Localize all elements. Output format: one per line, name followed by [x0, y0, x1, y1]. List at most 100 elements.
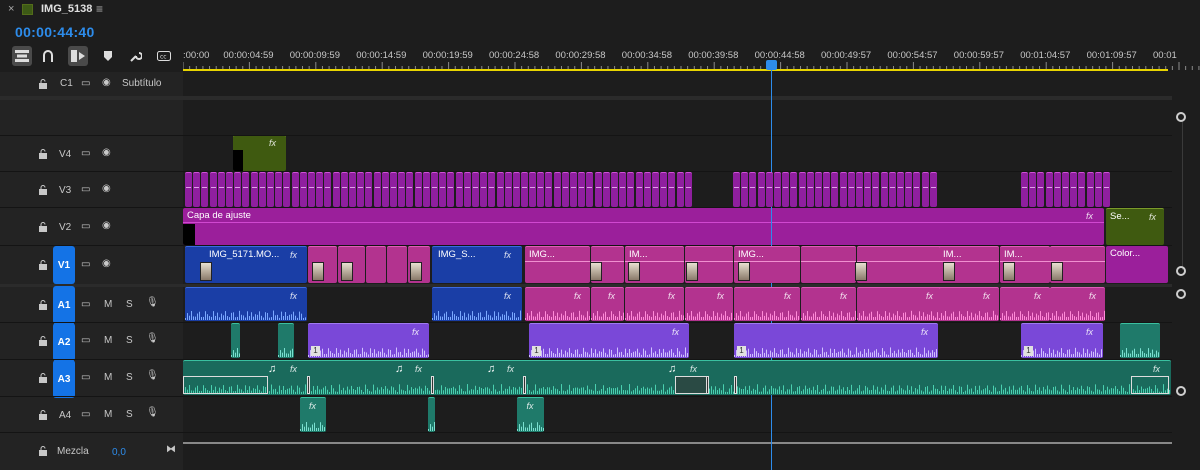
a4-clip[interactable]: fx	[517, 397, 544, 432]
v1-clip[interactable]	[801, 246, 856, 283]
v3-clip[interactable]	[798, 172, 806, 207]
v3-clip[interactable]	[1037, 172, 1045, 207]
lock-icon[interactable]	[38, 222, 48, 232]
v3-clip[interactable]	[635, 172, 643, 207]
v3-clip[interactable]	[529, 172, 536, 207]
v3-clip[interactable]	[676, 172, 684, 207]
v3-clip[interactable]	[1103, 172, 1110, 207]
v3-clip[interactable]	[234, 172, 242, 207]
v3-clip[interactable]	[1078, 172, 1086, 207]
v3-clip[interactable]	[782, 172, 790, 207]
v3-clip[interactable]	[1021, 172, 1028, 207]
v3-clip[interactable]	[324, 172, 332, 207]
nest-icon[interactable]	[12, 46, 32, 66]
v3-clip[interactable]	[267, 172, 274, 207]
marker-icon[interactable]	[98, 46, 118, 66]
v3-clip[interactable]	[1062, 172, 1069, 207]
eye-icon[interactable]: ◉	[102, 147, 111, 158]
v3-clip[interactable]	[888, 172, 896, 207]
go-to-end-icon[interactable]: ⧓	[166, 444, 176, 455]
microphone-icon[interactable]: 🎙	[146, 297, 159, 308]
adjustment-layer-clip[interactable]: Capa de ajuste fx	[183, 208, 1104, 245]
solo-button[interactable]: S	[126, 372, 133, 383]
lock-icon[interactable]	[38, 300, 48, 310]
mute-button[interactable]: M	[104, 372, 112, 383]
v3-clip[interactable]	[431, 172, 438, 207]
v3-clip[interactable]	[757, 172, 765, 207]
a1-clip[interactable]: fx	[857, 287, 942, 321]
v3-clip[interactable]	[839, 172, 847, 207]
v3-clip[interactable]	[570, 172, 577, 207]
solo-button[interactable]: S	[126, 335, 133, 346]
v4-clip[interactable]: fx	[233, 135, 286, 171]
v3-clip[interactable]	[765, 172, 773, 207]
v3-clip[interactable]	[185, 172, 192, 207]
v3-clip[interactable]	[847, 172, 855, 207]
film-icon[interactable]: ▭	[81, 299, 90, 310]
v3-clip[interactable]	[480, 172, 488, 207]
solo-button[interactable]: S	[126, 409, 133, 420]
work-area-bar[interactable]	[183, 69, 1168, 71]
lock-icon[interactable]	[38, 185, 48, 195]
v3-clip[interactable]	[913, 172, 921, 207]
v3-clip[interactable]	[806, 172, 814, 207]
v1-clip[interactable]	[387, 246, 407, 283]
v3-clip[interactable]	[291, 172, 299, 207]
v3-clip[interactable]	[250, 172, 258, 207]
v3-clip[interactable]	[422, 172, 430, 207]
v3-clip[interactable]	[733, 172, 740, 207]
tab-menu-icon[interactable]: ≡	[96, 2, 103, 16]
v1-clip[interactable]	[366, 246, 386, 283]
v3-clip[interactable]	[1045, 172, 1053, 207]
audio-scrollbar-bottom[interactable]	[1176, 386, 1186, 396]
v3-clip[interactable]	[627, 172, 635, 207]
mute-button[interactable]: M	[104, 409, 112, 420]
microphone-icon[interactable]: 🎙	[146, 333, 159, 344]
v3-clip[interactable]	[472, 172, 479, 207]
v3-clip[interactable]	[586, 172, 594, 207]
v3-clip[interactable]	[823, 172, 831, 207]
linked-selection-icon[interactable]	[68, 46, 88, 66]
v3-clip[interactable]	[921, 172, 929, 207]
v3-clip[interactable]	[774, 172, 781, 207]
a4-clip[interactable]	[428, 397, 435, 432]
v3-clip[interactable]	[193, 172, 201, 207]
a1-clip[interactable]: fx	[734, 287, 800, 321]
video-scrollbar-top[interactable]	[1176, 112, 1186, 122]
a2-clip[interactable]: fx 1	[734, 323, 938, 358]
v2-end-clip[interactable]: Se... fx	[1106, 208, 1164, 245]
v3-clip[interactable]	[872, 172, 880, 207]
v3-clip[interactable]	[831, 172, 839, 207]
v3-clip[interactable]	[594, 172, 602, 207]
v3-clip[interactable]	[390, 172, 397, 207]
v3-clip[interactable]	[553, 172, 561, 207]
v3-clip[interactable]	[684, 172, 692, 207]
transition-box[interactable]	[183, 376, 268, 394]
v3-clip[interactable]	[496, 172, 504, 207]
a1-clip[interactable]: fx	[525, 287, 590, 321]
time-ruler[interactable]: :00:00 00:00:04:59 00:00:09:59 00:00:14:59 0…	[183, 44, 1200, 72]
v3-clip[interactable]	[1029, 172, 1037, 207]
v3-clip[interactable]	[504, 172, 512, 207]
film-icon[interactable]: ▭	[81, 78, 90, 89]
v3-clip[interactable]	[815, 172, 822, 207]
a1-clip[interactable]: fx	[1050, 287, 1105, 321]
film-icon[interactable]: ▭	[81, 335, 90, 346]
a1-clip[interactable]: fx	[1000, 287, 1050, 321]
v1-clip[interactable]: IMG...	[525, 246, 590, 283]
a2-clip[interactable]: fx 1	[308, 323, 429, 358]
v3-clip[interactable]	[275, 172, 283, 207]
v3-clip[interactable]	[365, 172, 373, 207]
microphone-icon[interactable]: 🎙	[146, 370, 159, 381]
v3-clip[interactable]	[201, 172, 209, 207]
lock-icon[interactable]	[38, 373, 48, 383]
v3-clip[interactable]	[660, 172, 668, 207]
v3-clip[interactable]	[561, 172, 569, 207]
eye-icon[interactable]: ◉	[102, 220, 111, 231]
film-icon[interactable]: ▭	[81, 221, 90, 232]
v3-clip[interactable]	[897, 172, 904, 207]
v3-clip[interactable]	[545, 172, 553, 207]
film-icon[interactable]: ▭	[81, 372, 90, 383]
lock-icon[interactable]	[38, 410, 48, 420]
v3-clip[interactable]	[488, 172, 496, 207]
